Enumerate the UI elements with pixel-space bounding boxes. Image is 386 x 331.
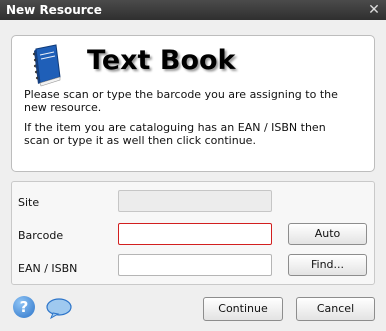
auto-button[interactable]: Auto [288,223,367,245]
site-field [118,190,272,212]
site-label: Site [18,196,40,209]
close-icon[interactable]: ✕ [366,2,382,18]
find-button[interactable]: Find... [288,254,367,276]
resource-type-title: Text Book [87,45,236,76]
new-resource-dialog: New Resource ✕ Text Book Please scan or … [0,0,386,331]
barcode-field[interactable] [118,223,272,245]
chat-bubble-icon[interactable] [45,297,73,319]
cancel-button[interactable]: Cancel [296,297,375,321]
ean-isbn-field[interactable] [118,254,272,276]
continue-button[interactable]: Continue [203,297,283,321]
help-icon[interactable]: ? [13,296,35,318]
ean-isbn-label: EAN / ISBN [18,262,78,275]
instruction-text: Please scan or type the barcode you are … [24,88,338,114]
info-panel: Text Book Please scan or type the barcod… [11,35,375,172]
title-bar: New Resource ✕ [0,0,386,20]
form-panel: Site Barcode Auto EAN / ISBN Find... [11,181,375,285]
isbn-instruction-text: If the item you are cataloguing has an E… [24,121,326,147]
barcode-label: Barcode [18,229,64,242]
window-title: New Resource [6,3,102,17]
book-icon [32,44,61,87]
